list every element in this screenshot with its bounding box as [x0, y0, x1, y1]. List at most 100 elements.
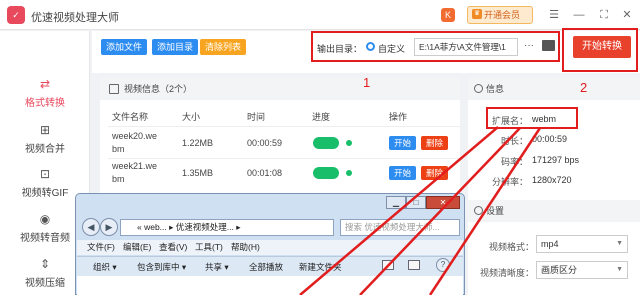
- sidebar-item-label: 视频合并: [25, 144, 65, 155]
- gear-icon: [474, 206, 483, 215]
- window-buttons: ▁ □ ✕: [386, 196, 460, 210]
- sidebar-item-label: 格式转换: [25, 98, 65, 109]
- info-value-bitrate: 171297 bps: [532, 155, 580, 165]
- file-size: 1.22MB: [182, 138, 214, 148]
- explorer-content: [77, 276, 463, 295]
- format-value: mp4: [541, 239, 559, 249]
- column-header-actions: 操作: [389, 112, 408, 122]
- status-dot: [346, 170, 352, 176]
- video-info-header: 视频信息（2个）: [100, 78, 460, 100]
- status-dot: [346, 140, 352, 146]
- back-icon[interactable]: ◀: [82, 218, 100, 236]
- swap-icon: ⇄: [39, 77, 51, 91]
- chevron-down-icon: ▼: [616, 240, 623, 247]
- delete-button[interactable]: 删除: [421, 166, 448, 180]
- row-divider: [108, 126, 460, 127]
- row-divider: [108, 158, 460, 159]
- menu-edit[interactable]: 编辑(E): [123, 241, 151, 253]
- explorer-caption: ▁ □ ✕: [76, 194, 464, 216]
- info-header: 信息: [468, 78, 640, 100]
- minimize-icon[interactable]: ▁: [386, 196, 406, 209]
- file-name: week21.we: [112, 161, 158, 171]
- info-key-bitrate: 码率：: [500, 157, 528, 167]
- menu-view[interactable]: 查看(V): [159, 241, 187, 253]
- new-folder-button[interactable]: 新建文件夹: [299, 261, 342, 273]
- quality-select[interactable]: 画质区分 ▼: [536, 261, 628, 279]
- forward-icon[interactable]: ▶: [100, 218, 118, 236]
- file-name-cont: bm: [112, 144, 125, 154]
- k-badge-icon[interactable]: K: [441, 8, 455, 22]
- gif-icon: ⊡: [39, 167, 51, 181]
- column-header-name: 文件名称: [112, 112, 149, 122]
- view-options-icon[interactable]: [382, 260, 394, 270]
- audio-icon: ◉: [39, 212, 51, 226]
- fullscreen-icon[interactable]: ⛶: [597, 8, 611, 22]
- sidebar-item-label: 视频压缩: [25, 278, 65, 289]
- start-button[interactable]: 开始: [389, 166, 416, 180]
- compress-icon: ⇕: [39, 257, 51, 271]
- sidebar-item-format-convert[interactable]: ⇄ 格式转换: [0, 77, 90, 109]
- menu-bar: 文件(F) 编辑(E) 查看(V) 工具(T) 帮助(H): [77, 240, 463, 255]
- sidebar-item-video-merge[interactable]: ⊞ 视频合并: [0, 123, 90, 155]
- play-all-button[interactable]: 全部播放: [249, 261, 283, 273]
- preview-pane-icon[interactable]: [408, 260, 420, 270]
- settings-header: 设置: [468, 200, 640, 222]
- progress-bar: [313, 137, 339, 149]
- include-in-library-button[interactable]: 包含到库中 ▾: [137, 261, 186, 273]
- add-directory-button[interactable]: 添加目录: [152, 39, 198, 55]
- vip-label: 开通会员: [484, 10, 521, 20]
- app-title: 优速视频处理大师: [31, 12, 119, 24]
- sidebar-item-label: 视频转音频: [20, 233, 70, 244]
- share-button[interactable]: 共享 ▾: [205, 261, 229, 273]
- chevron-down-icon: ▼: [616, 266, 623, 273]
- close-icon[interactable]: ✕: [426, 196, 460, 209]
- info-value-duration: 00:00:59: [532, 134, 568, 144]
- menu-file[interactable]: 文件(F): [87, 241, 115, 253]
- crown-icon: ♛: [472, 9, 482, 19]
- video-info-title: 视频信息（2个）: [124, 84, 193, 94]
- file-size: 1.35MB: [182, 168, 214, 178]
- menu-tools[interactable]: 工具(T): [195, 241, 223, 253]
- column-header-time: 时间: [247, 112, 266, 122]
- merge-icon: ⊞: [39, 123, 51, 137]
- minimize-icon[interactable]: —: [572, 8, 586, 22]
- file-name: week20.we: [112, 131, 158, 141]
- file-name-cont: bm: [112, 174, 125, 184]
- column-header-size: 大小: [182, 112, 201, 122]
- vip-button[interactable]: ♛ 开通会员: [467, 6, 533, 24]
- delete-button[interactable]: 删除: [421, 136, 448, 150]
- info-icon: [474, 84, 483, 93]
- format-label: 视频格式：: [488, 242, 534, 252]
- column-header-progress: 进度: [312, 112, 331, 122]
- annotation-box-extension: [486, 107, 578, 129]
- maximize-icon[interactable]: □: [406, 196, 426, 209]
- title-bar: ✓ 优速视频处理大师 K ♛ 开通会员 ☰ — ⛶ ✕: [0, 0, 640, 30]
- image-icon: [109, 84, 119, 94]
- file-explorer-window: ▁ □ ✕ ◀ ▶ « web... ▸ 优速视频处理... ▸ 搜索 优速视频处理…: [75, 193, 465, 295]
- sidebar-item-label: 视频转GIF: [21, 188, 69, 199]
- add-file-button[interactable]: 添加文件: [101, 39, 147, 55]
- menu-help[interactable]: 帮助(H): [231, 241, 260, 253]
- file-time: 00:01:08: [247, 168, 283, 178]
- file-time: 00:00:59: [247, 138, 283, 148]
- info-title: 信息: [486, 84, 505, 94]
- close-icon[interactable]: ✕: [620, 8, 634, 22]
- annotation-number-1: 1: [363, 75, 371, 90]
- address-bar[interactable]: « web... ▸ 优速视频处理... ▸: [120, 219, 334, 236]
- search-input[interactable]: 搜索 优速视频处理大师...: [340, 219, 460, 236]
- help-icon[interactable]: ?: [436, 258, 450, 272]
- info-key-resolution: 分辨率：: [491, 177, 528, 187]
- format-select[interactable]: mp4 ▼: [536, 235, 628, 253]
- info-key-duration: 时长：: [500, 136, 528, 146]
- info-value-resolution: 1280x720: [532, 175, 572, 185]
- quality-value: 画质区分: [541, 265, 578, 275]
- command-bar: 组织 ▾ 包含到库中 ▾ 共享 ▾ 全部播放 新建文件夹: [77, 256, 463, 276]
- annotation-box-output: [311, 31, 560, 62]
- start-button[interactable]: 开始: [389, 136, 416, 150]
- progress-bar: [313, 167, 339, 179]
- clear-list-button[interactable]: 清除列表: [200, 39, 246, 55]
- menu-icon[interactable]: ☰: [547, 8, 561, 22]
- settings-title: 设置: [486, 206, 505, 216]
- quality-label: 视频清晰度：: [479, 268, 534, 278]
- organize-button[interactable]: 组织 ▾: [93, 261, 117, 273]
